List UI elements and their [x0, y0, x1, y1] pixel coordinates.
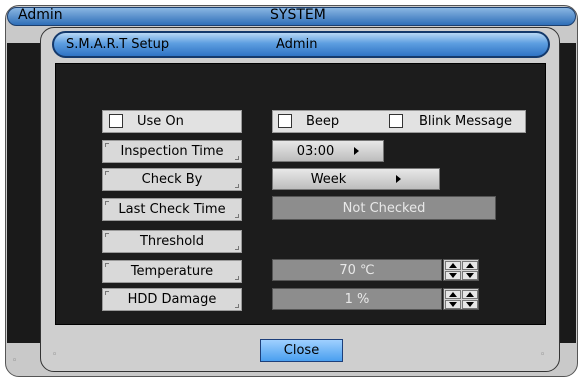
check-by-label-text: Check By — [141, 172, 203, 187]
hdd-damage-decrease-icon[interactable] — [445, 300, 461, 309]
threshold-label-text: Threshold — [139, 234, 205, 249]
temperature-decrease-icon[interactable] — [445, 271, 461, 280]
background-window-title-center: SYSTEM — [270, 7, 326, 23]
last-check-time-value: Not Checked — [272, 196, 496, 220]
close-button[interactable]: Close — [260, 339, 343, 362]
check-by-select[interactable]: Week — [272, 168, 440, 190]
hdd-damage-increase-alt-icon[interactable] — [462, 290, 478, 299]
temperature-label: Temperature — [102, 260, 242, 283]
hdd-damage-stepper[interactable] — [443, 288, 479, 310]
inspection-time-select[interactable]: 03:00 — [272, 140, 384, 162]
hdd-damage-field[interactable]: 1 % — [272, 288, 442, 310]
check-by-label: Check By — [102, 168, 242, 191]
dialog-content-panel — [55, 63, 546, 325]
temperature-increase-icon[interactable] — [445, 261, 461, 270]
alarm-options-row: Beep Blink Message — [272, 110, 526, 133]
check-by-value: Week — [310, 171, 347, 187]
blink-message-label: Blink Message — [419, 114, 513, 129]
chevron-right-icon — [354, 147, 360, 155]
blink-message-checkbox[interactable] — [389, 114, 403, 128]
temperature-field[interactable]: 70 ℃ — [272, 259, 442, 281]
last-check-time-label-text: Last Check Time — [118, 202, 226, 217]
beep-checkbox[interactable] — [278, 114, 292, 128]
close-button-label: Close — [283, 343, 320, 358]
temperature-increase-alt-icon[interactable] — [462, 261, 478, 270]
use-on-option[interactable]: Use On — [102, 110, 242, 133]
inspection-time-label-text: Inspection Time — [120, 144, 224, 159]
last-check-time-text: Not Checked — [342, 200, 426, 216]
temperature-decrease-alt-icon[interactable] — [462, 271, 478, 280]
inspection-time-label: Inspection Time — [102, 140, 242, 163]
dialog-user-label: Admin — [276, 37, 318, 52]
temperature-stepper[interactable] — [443, 259, 479, 281]
use-on-label: Use On — [137, 114, 184, 129]
background-window-title-left: Admin — [18, 7, 63, 23]
temperature-value: 70 ℃ — [339, 262, 375, 278]
hdd-damage-label-text: HDD Damage — [127, 292, 217, 307]
chevron-right-icon — [396, 175, 402, 183]
dialog-corner-left-icon: ◦ — [52, 350, 58, 360]
hdd-damage-label: HDD Damage — [102, 288, 242, 311]
last-check-time-label: Last Check Time — [102, 198, 242, 221]
threshold-label: Threshold — [102, 230, 242, 253]
inspection-time-value: 03:00 — [296, 143, 335, 159]
dialog-title: S.M.A.R.T Setup — [66, 37, 170, 52]
temperature-label-text: Temperature — [130, 264, 214, 279]
beep-label: Beep — [306, 114, 340, 129]
hdd-damage-increase-icon[interactable] — [445, 290, 461, 299]
corner-marker-icon: ◦ — [12, 356, 18, 366]
dialog-corner-right-icon: ◦ — [540, 350, 546, 360]
use-on-checkbox[interactable] — [109, 114, 123, 128]
hdd-damage-decrease-alt-icon[interactable] — [462, 300, 478, 309]
hdd-damage-value: 1 % — [344, 291, 370, 307]
